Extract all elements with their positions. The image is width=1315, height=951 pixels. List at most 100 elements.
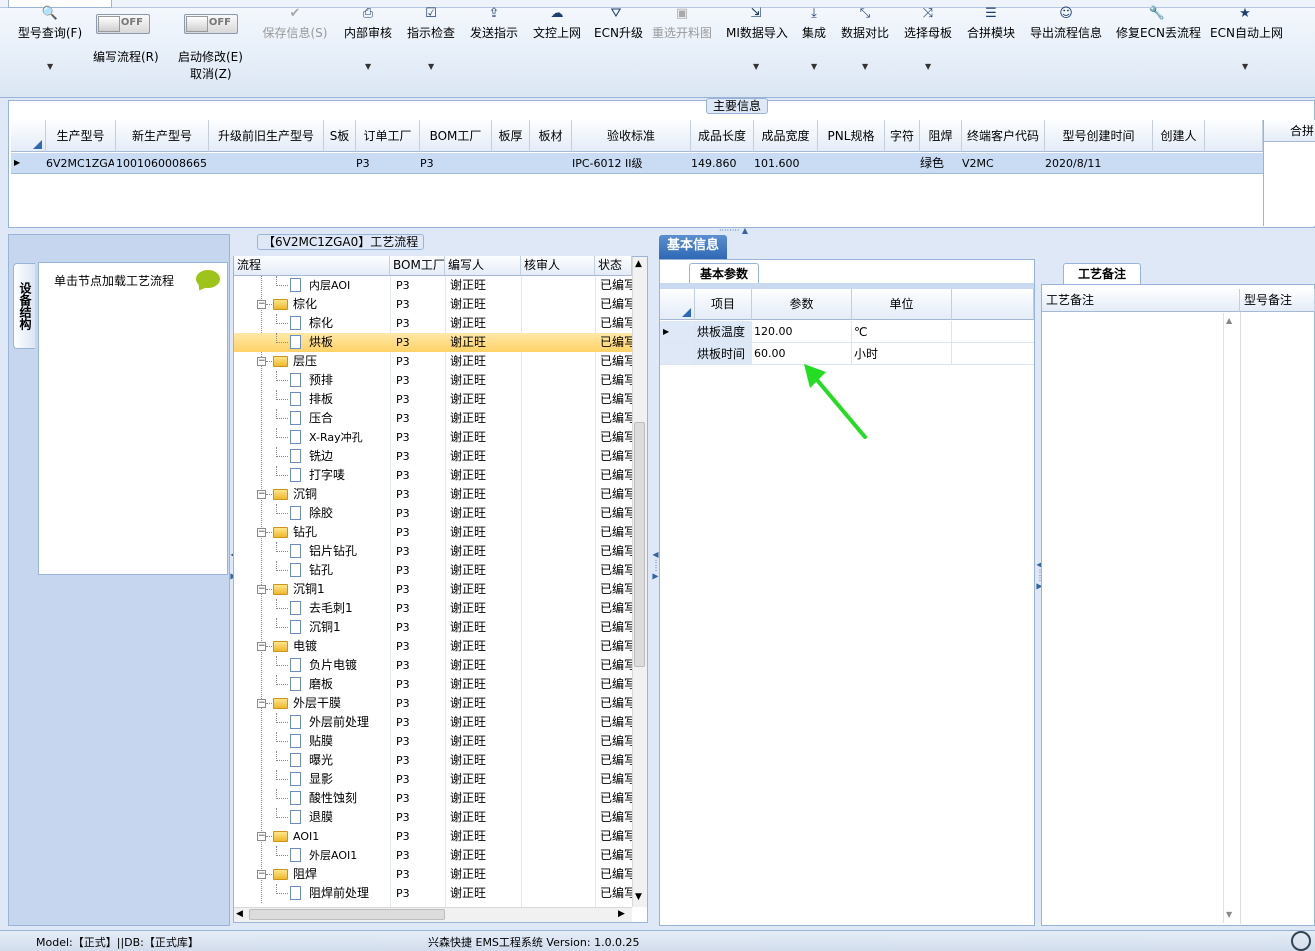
main-cell[interactable]: 6V2MC1ZGA0 — [44, 153, 114, 174]
main-col-header[interactable]: 生产型号 — [46, 120, 116, 152]
scroll-down-icon[interactable]: ▼ — [635, 892, 642, 902]
toolbar-button-14[interactable]: 🔧 修复ECN丢流程 — [1116, 6, 1201, 41]
main-col-header[interactable]: 创建人 — [1153, 120, 1205, 152]
param-col-header[interactable]: 单位 — [852, 289, 952, 320]
main-col-header[interactable]: 型号创建时间 — [1045, 120, 1153, 152]
flow-row[interactable]: 打字唛 P3 谢正旺 已编写 — [234, 466, 632, 485]
scroll-left-icon[interactable]: ◀ — [236, 909, 243, 919]
flow-row[interactable]: 沉铜1 P3 谢正旺 已编写 — [234, 618, 632, 637]
toolbar-button-1[interactable]: ✔ 保存信息(S) — [261, 6, 329, 41]
main-cell[interactable] — [816, 153, 883, 174]
main-cell[interactable] — [207, 153, 322, 174]
collapse-icon[interactable]: − — [257, 642, 266, 651]
basic-info-tab[interactable]: 基本信息 — [659, 235, 727, 259]
main-col-header[interactable]: BOM工厂 — [420, 120, 492, 152]
toolbar-button-7[interactable]: ▣ 重选开料图 — [651, 6, 713, 41]
main-col-header[interactable]: PNL规格 — [818, 120, 885, 152]
param-row-selector[interactable] — [660, 343, 695, 365]
flow-row-selected[interactable]: 烘板 P3 谢正旺 已编写 — [234, 333, 632, 352]
flow-row[interactable]: − 电镀 P3 谢正旺 已编写 — [234, 637, 632, 656]
main-col-header[interactable]: 阻焊 — [920, 120, 962, 152]
flow-col-header[interactable]: 编写人 — [445, 256, 521, 276]
tree-vertical-thumb[interactable] — [634, 422, 645, 667]
toolbar-button-15[interactable]: ★ ECN自动上网 — [1210, 6, 1283, 41]
flow-row[interactable]: − 层压 P3 谢正旺 已编写 — [234, 352, 632, 371]
main-col-header[interactable]: 升级前旧生产型号 — [209, 120, 324, 152]
flow-row[interactable]: − 钻孔 P3 谢正旺 已编写 — [234, 523, 632, 542]
flow-row[interactable]: 阻焊前处理 P3 谢正旺 已编写 — [234, 884, 632, 903]
flow-row[interactable]: 贴膜 P3 谢正旺 已编写 — [234, 732, 632, 751]
main-cell[interactable] — [528, 153, 570, 174]
dropdown-arrow-icon[interactable]: ▼ — [753, 62, 759, 71]
dropdown-arrow-icon[interactable]: ▼ — [365, 62, 371, 71]
main-col-header[interactable]: 成品宽度 — [754, 120, 818, 152]
main-col-header[interactable]: S板 — [324, 120, 356, 152]
dropdown-arrow-icon[interactable]: ▼ — [925, 62, 931, 71]
collapse-icon[interactable]: − — [257, 300, 266, 309]
collapse-icon[interactable]: − — [257, 490, 266, 499]
param-col-header[interactable]: 项目 — [695, 289, 752, 320]
flow-row[interactable]: − 阻焊 P3 谢正旺 已编写 — [234, 865, 632, 884]
note-scroll-up-icon[interactable]: ▲ — [1226, 316, 1232, 325]
flow-row[interactable]: 退膜 P3 谢正旺 已编写 — [234, 808, 632, 827]
basic-params-tab[interactable]: 基本参数 — [689, 263, 759, 284]
start-modify-toggle[interactable]: OFF — [184, 14, 238, 34]
flow-row[interactable]: 钻孔 P3 谢正旺 已编写 — [234, 561, 632, 580]
main-cell[interactable]: 10010600086650 — [114, 153, 207, 174]
flow-col-header[interactable]: 核审人 — [521, 256, 595, 276]
note-scroll-down-icon[interactable]: ▼ — [1226, 910, 1232, 919]
collapse-icon[interactable]: − — [257, 870, 266, 879]
main-cell[interactable]: V2MC — [960, 153, 1043, 174]
flow-row[interactable]: − 棕化 P3 谢正旺 已编写 — [234, 295, 632, 314]
main-cell[interactable] — [490, 153, 528, 174]
toolbar-button-10[interactable]: ⤡ 数据对比 — [840, 6, 890, 41]
flow-row[interactable]: 铣边 P3 谢正旺 已编写 — [234, 447, 632, 466]
flow-row[interactable]: 排板 P3 谢正旺 已编写 — [234, 390, 632, 409]
flow-row[interactable]: 酸性蚀刻 P3 谢正旺 已编写 — [234, 789, 632, 808]
main-cell[interactable]: 绿色 — [918, 153, 960, 174]
flow-col-header[interactable]: 状态 — [595, 256, 632, 276]
collapse-icon[interactable]: − — [257, 528, 266, 537]
collapse-icon[interactable]: − — [257, 699, 266, 708]
device-structure-tab[interactable]: 设备结构 — [13, 263, 35, 349]
main-col-header[interactable]: 板厚 — [492, 120, 530, 152]
scroll-up-icon[interactable]: ▲ — [635, 259, 642, 269]
toolbar-button-11[interactable]: ⤨ 选择母板 — [903, 6, 953, 41]
main-cell[interactable] — [883, 153, 918, 174]
flow-col-header[interactable]: BOM工厂 — [390, 256, 445, 276]
param-row-selector[interactable]: ▶ — [660, 321, 695, 343]
main-cell[interactable]: P3 — [418, 153, 490, 174]
scroll-right-icon[interactable]: ▶ — [618, 909, 625, 919]
cancel-label[interactable]: 取消(Z) — [190, 65, 232, 82]
main-cell[interactable]: 2020/8/11 — [1043, 153, 1151, 174]
toolbar-button-5[interactable]: ☁ 文控上网 — [532, 6, 582, 41]
tree-horizontal-thumb[interactable] — [249, 909, 445, 920]
note-scrollbar[interactable] — [1223, 313, 1238, 923]
flow-row[interactable]: 外层AOI1 P3 谢正旺 已编写 — [234, 846, 632, 865]
dropdown-arrow-icon[interactable]: ▼ — [47, 62, 53, 71]
toolbar-button-3[interactable]: ☑ 指示检查 — [406, 6, 456, 41]
main-col-header[interactable]: 终端客户代码 — [962, 120, 1045, 152]
flow-row[interactable]: 除胶 P3 谢正旺 已编写 — [234, 504, 632, 523]
flow-row[interactable]: − 沉铜 P3 谢正旺 已编写 — [234, 485, 632, 504]
flow-row[interactable]: 曝光 P3 谢正旺 已编写 — [234, 751, 632, 770]
dropdown-arrow-icon[interactable]: ▼ — [862, 62, 868, 71]
dropdown-arrow-icon[interactable]: ▼ — [1242, 62, 1248, 71]
flow-row[interactable]: 内层AOI P3 谢正旺 已编写 — [234, 276, 632, 295]
edit-flow-toggle[interactable]: OFF — [96, 14, 150, 34]
main-cell[interactable]: 101.600 — [752, 153, 816, 174]
main-col-header[interactable]: 新生产型号 — [116, 120, 209, 152]
flow-col-header[interactable]: 流程 — [234, 256, 390, 276]
flow-row[interactable]: 压合 P3 谢正旺 已编写 — [234, 409, 632, 428]
toolbar-button-6[interactable]: ⛛ ECN升级 — [594, 6, 643, 41]
main-col-header[interactable]: 验收标准 — [572, 120, 691, 152]
flow-row[interactable]: 去毛刺1 P3 谢正旺 已编写 — [234, 599, 632, 618]
main-col-header[interactable]: 字符 — [885, 120, 920, 152]
dropdown-arrow-icon[interactable]: ▼ — [811, 62, 817, 71]
main-cell[interactable]: IPC-6012 II级 — [570, 153, 689, 174]
flow-row[interactable]: − AOI1 P3 谢正旺 已编写 — [234, 827, 632, 846]
flow-row[interactable]: 负片电镀 P3 谢正旺 已编写 — [234, 656, 632, 675]
flow-row[interactable]: X-Ray冲孔 P3 谢正旺 已编写 — [234, 428, 632, 447]
main-col-header[interactable]: 板材 — [530, 120, 572, 152]
flow-row[interactable]: − 外层干膜 P3 谢正旺 已编写 — [234, 694, 632, 713]
